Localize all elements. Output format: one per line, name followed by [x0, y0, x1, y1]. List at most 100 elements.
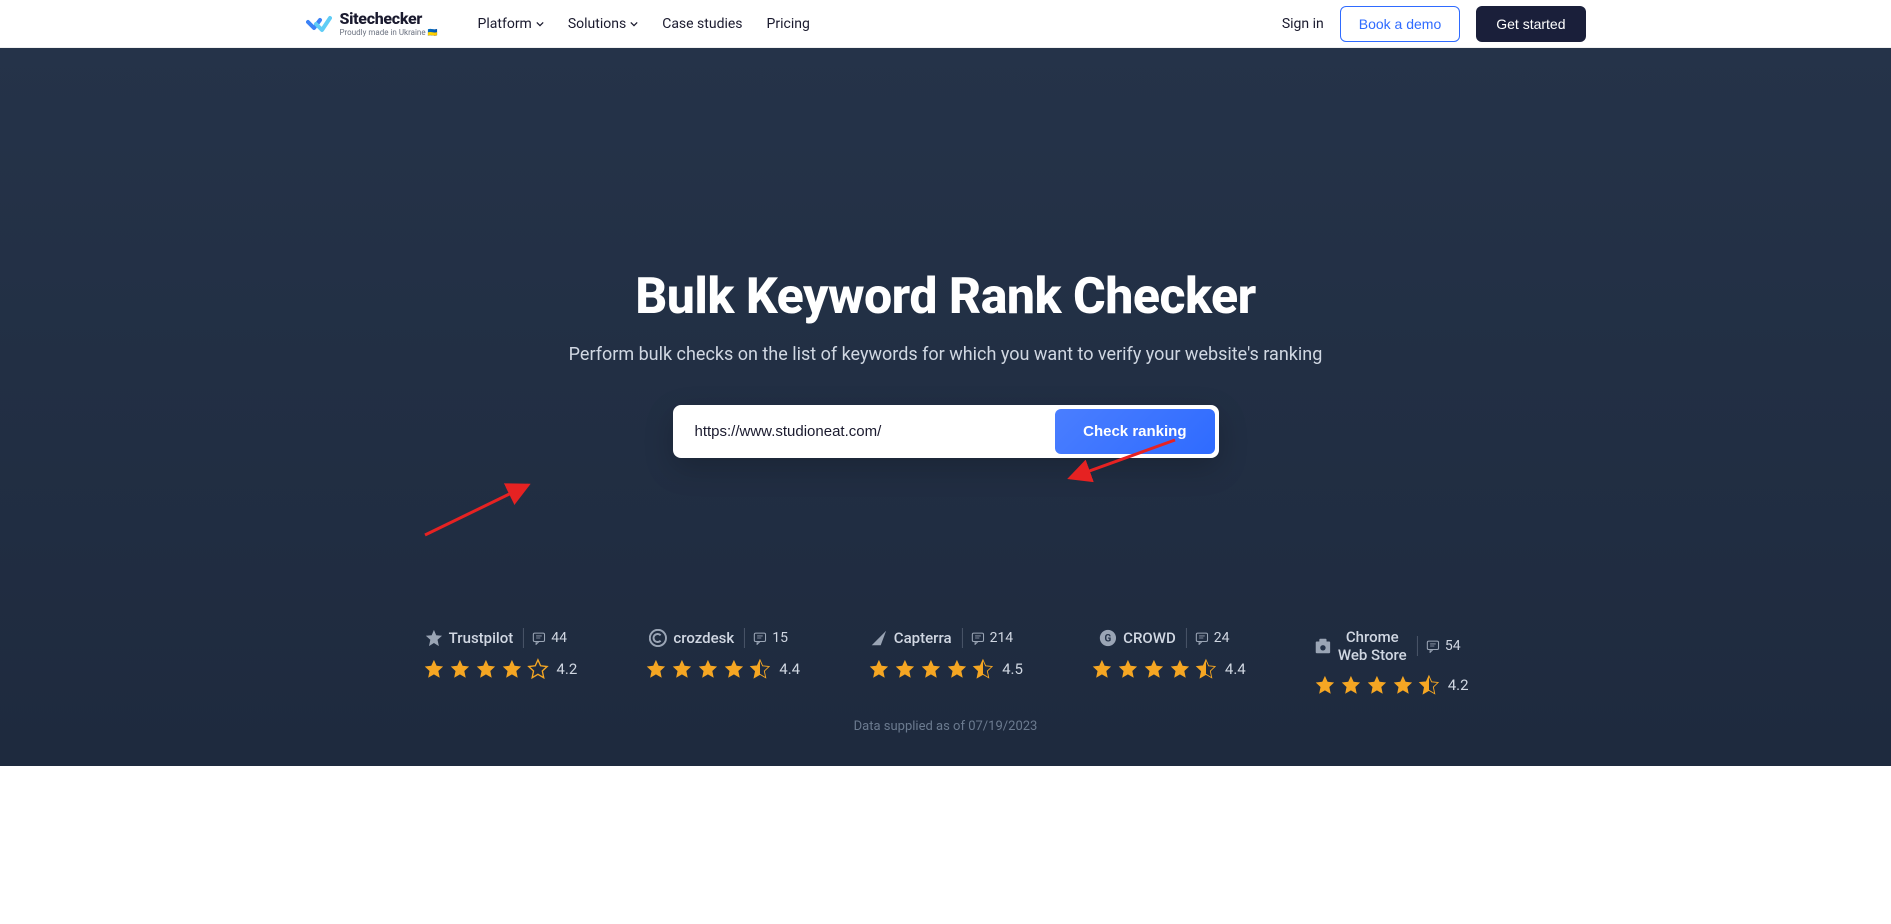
review-count: 15 [744, 628, 796, 648]
star-half-icon [1195, 658, 1217, 680]
capterra-icon [870, 629, 888, 647]
review-stars: 4.4 [1091, 658, 1246, 680]
crowd-icon: G [1099, 629, 1117, 647]
data-supplied-note: Data supplied as of 07/19/2023 [854, 719, 1038, 734]
logo-icon [306, 14, 332, 34]
annotation-arrow-left [420, 480, 540, 540]
nav-item-solutions[interactable]: Solutions [568, 16, 638, 32]
rating-value: 4.2 [1448, 676, 1469, 694]
logo-subtitle: Proudly made in Ukraine 🇺🇦 [340, 29, 438, 37]
crozdesk-icon [649, 629, 667, 647]
comment-icon [1426, 639, 1440, 653]
svg-text:G: G [1105, 634, 1112, 645]
review-count: 214 [962, 628, 1022, 648]
annotation-arrow-right [1060, 430, 1180, 490]
star-full-icon [1143, 658, 1165, 680]
review-stars: 4.2 [422, 658, 577, 680]
header-inner: Sitechecker Proudly made in Ukraine 🇺🇦 P… [306, 6, 1586, 42]
review-stars: 4.5 [868, 658, 1023, 680]
star-full-icon [894, 658, 916, 680]
review-count-num: 15 [772, 630, 788, 646]
review-brand: Chrome Web Store [1314, 628, 1407, 664]
review-top: crozdesk 15 [649, 628, 796, 648]
star-full-icon [920, 658, 942, 680]
comment-icon [532, 631, 546, 645]
brand-label: Capterra [894, 629, 952, 647]
signin-link[interactable]: Sign in [1282, 16, 1324, 32]
nav-label: Solutions [568, 16, 626, 32]
chevron-down-icon [536, 20, 544, 28]
rating-value: 4.5 [1002, 660, 1023, 678]
star-full-icon [671, 658, 693, 680]
page-subtitle: Perform bulk checks on the list of keywo… [0, 344, 1891, 365]
star-full-icon [868, 658, 890, 680]
brand-label: crozdesk [673, 629, 734, 647]
page-title: Bulk Keyword Rank Checker [0, 268, 1891, 326]
review-top: Capterra 214 [870, 628, 1021, 648]
star-full-icon [697, 658, 719, 680]
hero-section: Bulk Keyword Rank Checker Perform bulk c… [0, 48, 1891, 766]
review-stars: 4.4 [645, 658, 800, 680]
star-full-icon [422, 658, 444, 680]
star-half-icon [749, 658, 771, 680]
url-input[interactable] [677, 409, 1052, 454]
main-nav: Platform Solutions Case studies Pricing [478, 16, 810, 32]
star-full-icon [1169, 658, 1191, 680]
trustpilot-icon [425, 629, 443, 647]
nav-label: Pricing [767, 16, 810, 32]
header-right: Sign in Book a demo Get started [1282, 6, 1586, 42]
review-brand: crozdesk [649, 629, 734, 647]
review-top: Chrome Web Store 54 [1314, 628, 1469, 664]
chrome-web-store-icon [1314, 637, 1332, 655]
star-full-icon [1091, 658, 1113, 680]
star-full-icon [1392, 674, 1414, 696]
logo[interactable]: Sitechecker Proudly made in Ukraine 🇺🇦 [306, 11, 438, 37]
chevron-down-icon [630, 20, 638, 28]
reviews-row: Trustpilot 44 4.2 crozdesk 15 4.4 Capterra 214 4… [422, 628, 1468, 696]
rating-value: 4.2 [556, 660, 577, 678]
comment-icon [971, 631, 985, 645]
brand-label: Chrome Web Store [1338, 628, 1407, 664]
review-stars: 4.2 [1314, 674, 1469, 696]
rating-value: 4.4 [1225, 660, 1246, 678]
review-block-crozdesk[interactable]: crozdesk 15 4.4 [645, 628, 800, 680]
review-top: Trustpilot 44 [425, 628, 575, 648]
review-count: 54 [1417, 636, 1469, 656]
brand-label: Trustpilot [449, 629, 514, 647]
nav-item-case-studies[interactable]: Case studies [662, 16, 742, 32]
star-full-icon [946, 658, 968, 680]
star-full-icon [474, 658, 496, 680]
review-brand: G CROWD [1099, 629, 1176, 647]
comment-icon [753, 631, 767, 645]
review-count-num: 54 [1445, 638, 1461, 654]
brand-label: CROWD [1123, 629, 1176, 647]
star-full-icon [1366, 674, 1388, 696]
review-count-num: 44 [551, 630, 567, 646]
star-half-icon [972, 658, 994, 680]
review-count-num: 214 [990, 630, 1014, 646]
star-full-icon [448, 658, 470, 680]
review-block-trustpilot[interactable]: Trustpilot 44 4.2 [422, 628, 577, 680]
nav-item-pricing[interactable]: Pricing [767, 16, 810, 32]
star-empty-icon [526, 658, 548, 680]
nav-label: Case studies [662, 16, 742, 32]
comment-icon [1195, 631, 1209, 645]
review-count: 44 [523, 628, 575, 648]
get-started-button[interactable]: Get started [1476, 6, 1585, 42]
header: Sitechecker Proudly made in Ukraine 🇺🇦 P… [0, 0, 1891, 48]
review-top: G CROWD 24 [1099, 628, 1237, 648]
logo-name: Sitechecker [340, 11, 438, 27]
review-block-chrome-web-store[interactable]: Chrome Web Store 54 4.2 [1314, 628, 1469, 696]
star-full-icon [1117, 658, 1139, 680]
review-block-crowd[interactable]: G CROWD 24 4.4 [1091, 628, 1246, 680]
star-half-icon [1418, 674, 1440, 696]
review-brand: Trustpilot [425, 629, 514, 647]
nav-item-platform[interactable]: Platform [478, 16, 544, 32]
logo-text: Sitechecker Proudly made in Ukraine 🇺🇦 [340, 11, 438, 37]
nav-label: Platform [478, 16, 532, 32]
review-block-capterra[interactable]: Capterra 214 4.5 [868, 628, 1023, 680]
star-full-icon [723, 658, 745, 680]
star-full-icon [500, 658, 522, 680]
review-count-num: 24 [1214, 630, 1230, 646]
book-demo-button[interactable]: Book a demo [1340, 6, 1461, 42]
